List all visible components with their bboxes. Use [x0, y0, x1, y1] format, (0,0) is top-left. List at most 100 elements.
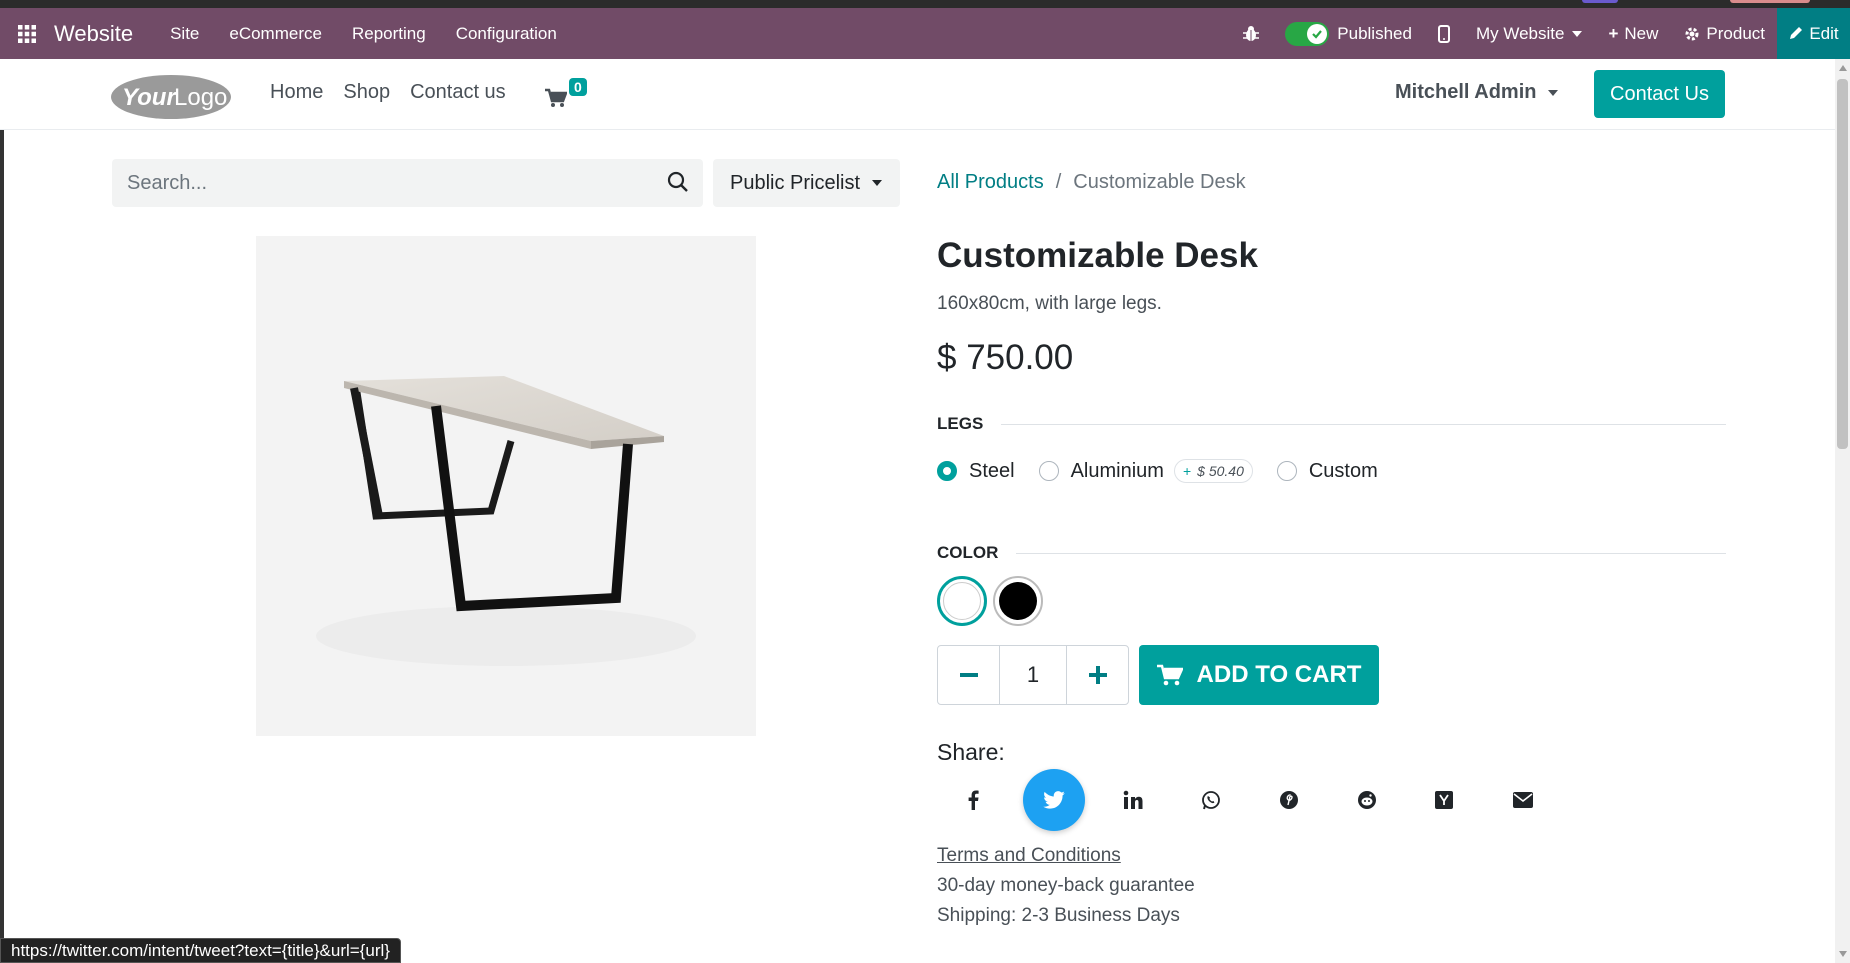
debug-bug-icon[interactable]: [1243, 25, 1260, 43]
breadcrumb: All Products / Customizable Desk: [937, 171, 1246, 194]
product-search: [112, 159, 703, 207]
guarantee-text: 30-day money-back guarantee: [937, 875, 1195, 896]
user-name: Mitchell Admin: [1395, 81, 1537, 103]
window-left-border: [0, 59, 4, 963]
menu-ecommerce[interactable]: eCommerce: [229, 24, 322, 44]
color-swatch-black[interactable]: [993, 576, 1043, 626]
pricelist-dropdown[interactable]: Public Pricelist: [713, 159, 900, 207]
browser-status-bar: https://twitter.com/intent/tweet?text={t…: [0, 938, 401, 963]
color-swatch-white[interactable]: [937, 576, 987, 626]
pinterest-icon[interactable]: [1259, 790, 1337, 810]
breadcrumb-all-products[interactable]: All Products: [937, 171, 1044, 194]
share-label: Share:: [937, 739, 1005, 765]
linkedin-icon[interactable]: [1103, 790, 1181, 810]
legs-option-aluminium[interactable]: Aluminium + $ 50.40: [1038, 459, 1253, 483]
legs-option-steel[interactable]: Steel: [937, 460, 1015, 483]
breadcrumb-separator: /: [1055, 171, 1062, 193]
published-toggle[interactable]: Published: [1285, 21, 1412, 46]
site-header: Your Logo Home Shop Contact us 0 Mitchel…: [0, 59, 1835, 130]
site-nav: Home Shop Contact us: [270, 81, 526, 104]
product-title: Customizable Desk: [937, 236, 1258, 275]
shopping-cart-icon: [1156, 664, 1183, 686]
email-icon[interactable]: [1493, 792, 1571, 808]
breadcrumb-current: Customizable Desk: [1073, 171, 1246, 193]
user-menu[interactable]: Mitchell Admin: [1395, 81, 1559, 104]
plus-icon: +: [1608, 23, 1619, 43]
facebook-icon[interactable]: [947, 790, 1025, 810]
edit-label: Edit: [1809, 23, 1839, 43]
caret-down-icon: [1572, 30, 1583, 37]
your-logo[interactable]: Your Logo: [110, 73, 232, 121]
menu-configuration[interactable]: Configuration: [456, 24, 557, 44]
legs-option-label: Steel: [969, 459, 1015, 482]
divider: [1001, 423, 1726, 425]
menu-site[interactable]: Site: [170, 24, 199, 44]
mobile-preview-icon[interactable]: [1437, 24, 1450, 43]
add-to-cart-button[interactable]: ADD TO CART: [1139, 645, 1379, 705]
quantity-stepper: 1: [937, 645, 1129, 705]
gear-icon: [1685, 27, 1699, 40]
shopping-cart-icon: [545, 88, 568, 107]
toggle-switch[interactable]: [1285, 21, 1330, 46]
plus-icon: [1088, 666, 1107, 684]
published-label: Published: [1337, 23, 1412, 43]
nav-home[interactable]: Home: [270, 81, 323, 104]
scroll-up-icon[interactable]: [1839, 65, 1847, 71]
product-button[interactable]: Product: [1684, 24, 1765, 44]
twitter-button-circle[interactable]: [1023, 769, 1085, 831]
scroll-down-icon[interactable]: [1839, 951, 1847, 957]
caret-down-icon: [1548, 89, 1559, 96]
color-options: [937, 576, 1049, 626]
website-switcher[interactable]: My Website: [1476, 24, 1583, 44]
white-swatch-fill: [943, 582, 981, 620]
website-switcher-label: My Website: [1475, 23, 1565, 43]
app-name[interactable]: Website: [54, 21, 133, 47]
radio-checked[interactable]: [937, 461, 957, 481]
black-swatch-fill: [999, 582, 1037, 620]
hackernews-icon[interactable]: [1415, 791, 1493, 809]
cart-link[interactable]: 0: [545, 78, 587, 113]
decrease-quantity-button[interactable]: [938, 646, 999, 704]
quantity-input[interactable]: 1: [999, 646, 1067, 704]
legs-option-label: Aluminium: [1070, 459, 1164, 482]
add-to-cart-label: ADD TO CART: [1196, 661, 1362, 688]
page-scrollbar[interactable]: [1835, 59, 1850, 963]
product-description: 160x80cm, with large legs.: [937, 293, 1162, 314]
nav-shop[interactable]: Shop: [343, 81, 390, 104]
increase-quantity-button[interactable]: [1067, 646, 1128, 704]
search-input[interactable]: [112, 171, 632, 195]
product-label: Product: [1706, 23, 1765, 43]
price-extra-badge: + $ 50.40: [1173, 459, 1253, 483]
product-price: $ 750.00: [937, 338, 1074, 377]
contact-us-button[interactable]: Contact Us: [1594, 70, 1725, 118]
reddit-icon[interactable]: [1337, 790, 1415, 810]
search-icon[interactable]: [667, 171, 689, 198]
product-image[interactable]: [256, 236, 756, 736]
apps-menu-icon[interactable]: [0, 8, 54, 59]
cart-count-badge: 0: [569, 78, 587, 96]
new-label: New: [1624, 23, 1659, 43]
twitter-icon[interactable]: [1023, 769, 1103, 831]
legs-option-custom[interactable]: Custom: [1276, 459, 1378, 483]
check-icon: [1307, 23, 1328, 44]
admin-navbar: Website Site eCommerce Reporting Configu…: [0, 8, 1850, 59]
legs-option-label: Custom: [1308, 459, 1378, 482]
svg-text:Your: Your: [122, 84, 177, 111]
browser-tab-indicator: [1730, 0, 1810, 3]
terms-and-conditions-link[interactable]: Terms and Conditions: [937, 845, 1121, 867]
radio-unchecked[interactable]: [1276, 461, 1297, 481]
new-button[interactable]: + New: [1608, 24, 1658, 44]
legs-options: Steel Aluminium + $ 50.40 Custom: [937, 459, 1402, 483]
scrollbar-thumb[interactable]: [1837, 79, 1848, 449]
radio-unchecked[interactable]: [1038, 461, 1059, 481]
nav-contact-us[interactable]: Contact us: [410, 81, 506, 104]
edit-button[interactable]: Edit: [1777, 8, 1850, 59]
svg-text:Logo: Logo: [174, 84, 227, 111]
whatsapp-icon[interactable]: [1181, 790, 1259, 810]
plus-sign: +: [1182, 463, 1192, 479]
color-heading: COLOR: [937, 543, 1726, 563]
admin-navbar-right: Published My Website + New Product Edit: [1217, 8, 1850, 59]
divider: [1016, 552, 1726, 554]
minus-icon: [959, 673, 978, 677]
menu-reporting[interactable]: Reporting: [352, 24, 426, 44]
